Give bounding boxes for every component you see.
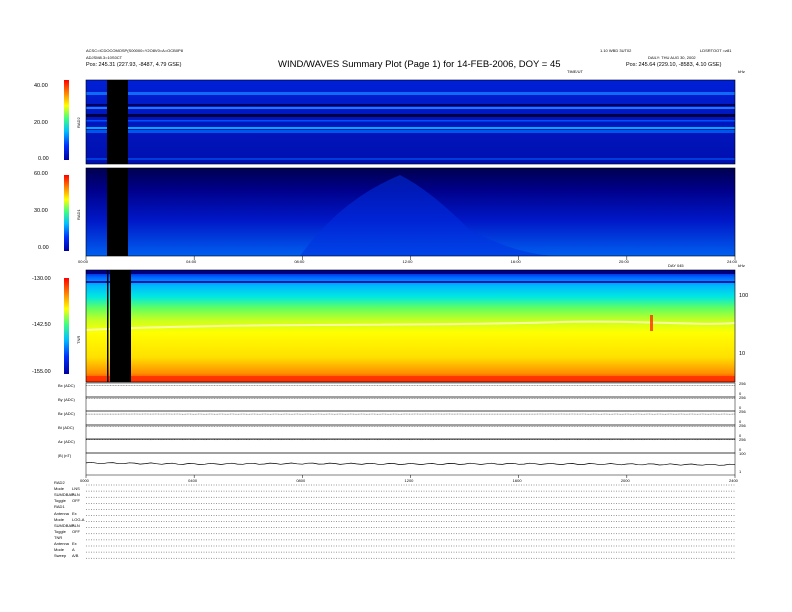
footer-value: LNS [72,486,80,492]
mag-series-line [85,461,736,466]
mag-row-label: Az (ADC) [58,439,75,444]
mag-right-tick: 256 [739,381,746,386]
mag-right-tick: 1 [739,469,742,474]
rad1-tick-top: 60.00 [34,171,48,177]
rad2-label: RAD2 [76,117,81,128]
header-left-line2: ADJSM8.3=10S0CT [86,55,123,60]
mag-right-tick: 256 [739,409,746,414]
rad2-data-gap [107,80,128,164]
mag-panels [85,382,736,476]
mag-row-frame [85,382,736,398]
rad1-colorbar [64,175,69,251]
footer-value: A [72,547,75,553]
footer-key: SUMDBAP [54,522,74,528]
mag-right-tick: 256 [739,423,746,428]
tnr-label: TNR [76,335,81,344]
tnr-khz-label: kHz [738,263,745,268]
footer-value: LOG-A [72,516,85,522]
header-right-pos: Pos: 245.64 (229.10, -8583, 4.10 GSE) [626,62,722,68]
time-tick-label: 20:00 [618,259,629,264]
rad2-tick-bottom: 0.00 [38,156,49,162]
mag-row-frame [85,410,736,426]
rad2-colorbar [64,80,69,160]
time-tick-label: 16:00 [510,259,521,264]
footer-value: Ex [72,541,77,546]
time-tick-label-bottom: 2000 [620,478,630,483]
mag-row-label: Bt (ADC) [58,425,74,430]
time-tick-label: 00:00 [78,259,89,264]
khz-label: kHz [738,69,745,74]
footer-key: TNR [54,534,63,540]
mag-row-label: Bz (ADC) [58,411,75,416]
rad1-panel [64,167,736,257]
footer-value: OFF [72,528,80,534]
mag-row-label: |B| (nT) [58,453,72,458]
mag-row-frame [85,452,736,476]
time-tick-label-bottom: 2400 [729,478,738,483]
rad2-panel [64,79,736,165]
tnr-colorbar [64,278,69,374]
time-tick-label-bottom: 0800 [296,478,306,483]
footer-key: RAD2 [54,480,65,485]
footer-dotted-lines [86,484,735,559]
rad2-tick-mid: 20.00 [34,120,48,126]
tnr-tick-top: -130.00 [32,276,51,282]
time-tick-label: 24:00 [727,259,738,264]
tnr-panel [64,269,736,383]
mag-row-frame [85,438,736,454]
tnr-tick-bottom: -155.00 [32,369,51,375]
footer-key: Mode [54,516,65,522]
mag-row-label: By (ADC) [58,397,75,402]
footer-key: Antenna [54,510,69,516]
footer-key: Toggle [54,498,66,504]
rad1-tick-mid: 30.00 [34,208,48,214]
time-tick-label: 12:00 [402,259,413,264]
header-left-line1: ACSC=ICDOCOMOSP(S00000=Y2O8V0=A=OCB0P8 [86,48,183,53]
footer-key: Antenna [54,541,69,546]
tnr-right-tick-100: 100 [739,293,749,299]
mag-right-tick: 100 [739,451,746,456]
footer-key: Mode [54,547,65,553]
tnr-right-tick-10: 10 [739,351,746,357]
rad1-tick-bottom: 0.00 [38,245,49,251]
time-tick-label-bottom: 0000 [80,478,89,483]
rad1-label: RAD1 [76,209,81,220]
rad1-data-gap [107,168,128,256]
time-tick-label-bottom: 0400 [188,478,198,483]
time-tick-label-bottom: 1200 [404,478,414,483]
time-tick-label: 08:00 [294,259,305,264]
footer-value: BLN [72,492,80,498]
footer-value: A/B [72,553,79,559]
time-tick-label: 04:00 [186,259,197,264]
rad2-tick-top: 40.00 [34,83,48,89]
mag-row-frame [85,424,736,440]
footer-value: OFF [72,498,80,504]
footer-key: RAD1 [54,504,65,510]
time-tick-label-bottom: 1600 [512,478,522,483]
mag-right-tick: 256 [739,437,746,442]
mag-row-frame [85,396,736,412]
footer-key: Toggle [54,528,66,534]
tnr-data-gap [110,270,131,382]
page-title: WIND/WAVES Summary Plot (Page 1) for 14-… [278,59,561,70]
footer-key: Mode [54,486,65,492]
tnr-tick-mid: -142.50 [32,322,51,328]
header-right-line2: DAILY: THU AUG 30, 2002 [648,55,696,60]
mag-right-tick: 256 [739,395,746,400]
header-right-corner: LDSRTOOT =z81 [700,48,732,53]
tnr-date-label: DAY 045 [668,263,684,268]
footer-key: Sweep [54,553,67,559]
footer-key: SUMDBAP [54,492,74,498]
summary-plot [64,79,736,559]
timeline-label: TIME/UT [567,69,583,74]
footer-value: Ex [72,510,77,516]
mag-row-label: Bx (ADC) [58,383,75,388]
header-left-pos: Pos: 245.31 (227.93, -8487, 4.79 GSE) [86,62,182,68]
header-right-line1: 1.10 WBD 3UT02 [600,48,632,53]
footer-value: BLN [72,522,80,528]
